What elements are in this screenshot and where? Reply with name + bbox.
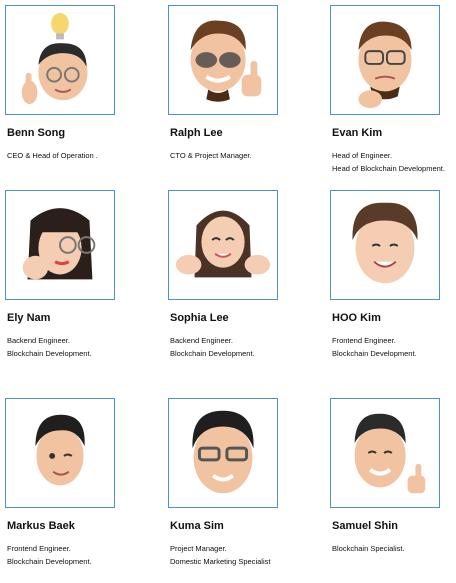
avatar	[168, 5, 278, 115]
team-card: Samuel Shin Blockchain Specialist.	[330, 398, 456, 583]
member-name: HOO Kim	[332, 312, 381, 324]
team-card: Ely Nam Backend Engineer. Blockchain Deve…	[5, 190, 145, 375]
member-name: Samuel Shin	[332, 520, 399, 532]
member-role: CEO & Head of Operation .	[7, 151, 98, 160]
memoji-fist-avatar	[22, 208, 96, 280]
member-role: Backend Engineer. Blockchain Development.	[7, 336, 92, 358]
team-card: Ralph Lee CTO & Project Manager.	[168, 5, 308, 190]
team-card: Kuma Sim Project Manager. Domestic Market…	[168, 398, 308, 583]
memoji-glasses-avatar	[192, 410, 254, 494]
team-card: Sophia Lee Backend Engineer. Blockchain D…	[168, 190, 308, 375]
avatar	[330, 5, 440, 115]
memoji-thumbsup-avatar	[354, 413, 426, 494]
member-role: Head of Engineer. Head of Blockchain Deve…	[332, 151, 445, 173]
member-name: Ely Nam	[7, 312, 51, 324]
member-name: Sophia Lee	[170, 312, 229, 324]
avatar	[5, 190, 115, 300]
team-card: Evan Kim Head of Engineer. Head of Blockc…	[330, 5, 456, 190]
memoji-idea-avatar	[21, 12, 88, 105]
avatar	[330, 190, 440, 300]
avatar	[5, 398, 115, 508]
member-name: Markus Baek	[7, 520, 75, 532]
member-role: CTO & Project Manager.	[170, 151, 252, 160]
member-role: Blockchain Specialist.	[332, 544, 405, 553]
member-role: Frontend Engineer. Blockchain Development…	[332, 336, 417, 358]
avatar	[168, 398, 278, 508]
memoji-wink-avatar	[35, 414, 85, 486]
member-name: Ralph Lee	[170, 127, 223, 139]
memoji-smile-avatar	[352, 202, 418, 284]
team-card: Benn Song CEO & Head of Operation .	[5, 5, 145, 190]
memoji-sunglasses-thumbsup-avatar	[190, 20, 262, 102]
member-role: Frontend Engineer. Blockchain Development…	[7, 544, 92, 566]
member-role: Project Manager. Domestic Marketing Speci…	[170, 544, 271, 566]
memoji-jazzhands-avatar	[175, 210, 271, 278]
member-name: Benn Song	[7, 127, 66, 139]
team-card: Markus Baek Frontend Engineer. Blockchain…	[5, 398, 145, 583]
member-name: Kuma Sim	[170, 520, 224, 532]
team-card: HOO Kim Frontend Engineer. Blockchain Dev…	[330, 190, 456, 375]
avatar	[168, 190, 278, 300]
avatar	[5, 5, 115, 115]
member-name: Evan Kim	[332, 127, 383, 139]
member-role: Backend Engineer. Blockchain Development.	[170, 336, 255, 358]
avatar	[330, 398, 440, 508]
memoji-thinking-avatar	[358, 21, 412, 109]
